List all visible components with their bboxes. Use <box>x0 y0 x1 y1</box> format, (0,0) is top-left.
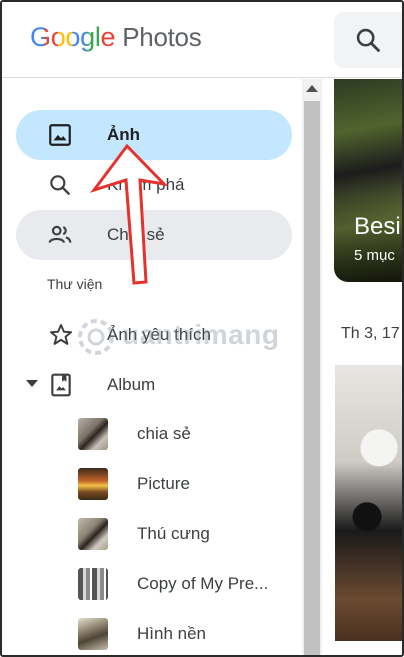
annotation-arrow-icon <box>90 143 169 285</box>
logo-google-text: Google <box>30 22 116 52</box>
photo-thumbnail[interactable] <box>335 365 402 641</box>
album-label: Picture <box>137 474 190 493</box>
scroll-up-arrow-icon[interactable] <box>306 85 318 92</box>
album-thumbnail <box>78 568 108 600</box>
memory-card[interactable]: Besi 5 mục <box>334 79 402 282</box>
album-thumbnail <box>78 618 108 650</box>
scrollbar-thumb[interactable] <box>304 101 320 655</box>
sidebar-scrollbar[interactable] <box>302 79 322 655</box>
date-header: Th 3, 17 <box>341 325 400 342</box>
album-icon <box>51 373 71 397</box>
photo-grid: Besi 5 mục Th 3, 17 <box>322 79 402 655</box>
sidebar-item-album[interactable]: Album <box>16 361 292 409</box>
memory-card-count: 5 mục <box>354 247 395 264</box>
album-thumbnail <box>78 468 108 500</box>
caret-down-icon[interactable] <box>26 380 38 387</box>
album-label: Copy of My Pre... <box>137 574 269 593</box>
search-icon <box>50 175 70 195</box>
album-item[interactable]: Picture <box>62 461 292 509</box>
album-item[interactable]: Thú cưng <box>62 511 292 559</box>
album-label: Thú cưng <box>137 524 210 543</box>
album-item[interactable]: chia sẻ <box>62 411 292 459</box>
logo-photos-text: Photos <box>122 22 202 52</box>
search-icon[interactable] <box>354 26 382 54</box>
sidebar-item-favorites[interactable]: Ảnh yêu thích <box>16 311 292 359</box>
app-window: Google Photos Ảnh Khám phá Thư viện Ảnh … <box>0 0 404 657</box>
sidebar-item-label: Album <box>107 375 156 394</box>
album-label: Hình nền <box>137 624 206 643</box>
sidebar-item-label: Ảnh yêu thích <box>107 325 211 344</box>
people-icon <box>48 225 72 243</box>
top-bar: Google Photos <box>2 2 402 78</box>
album-thumbnail <box>78 518 108 550</box>
album-item[interactable]: Copy of My Pre... <box>62 561 292 609</box>
google-photos-logo[interactable]: Google Photos <box>30 22 202 58</box>
album-item[interactable]: Hình nền <box>62 611 292 655</box>
star-icon <box>49 324 73 345</box>
album-label: chia sẻ <box>137 424 191 443</box>
photo-icon <box>49 124 71 146</box>
memory-card-title: Besi <box>354 213 401 240</box>
album-thumbnail <box>78 418 108 450</box>
